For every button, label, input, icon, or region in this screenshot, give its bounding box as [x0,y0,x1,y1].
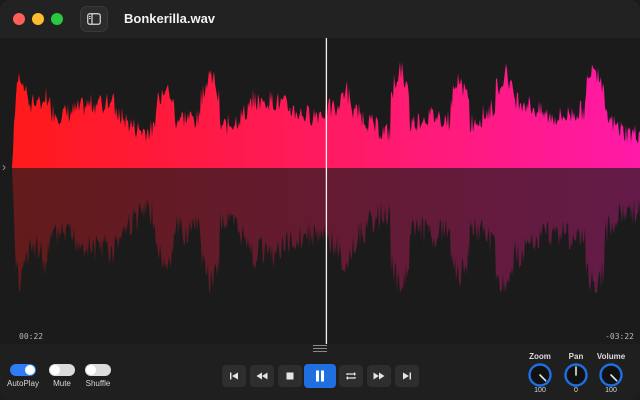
remaining-time: -03:22 [605,332,634,341]
sidebar-toggle-button[interactable] [80,6,108,32]
mute-label: Mute [53,379,71,388]
pause-icon [316,370,324,382]
volume-label: Volume [596,352,626,361]
zoom-label: Zoom [529,352,551,361]
resize-handle[interactable] [313,345,327,352]
repeat-button[interactable] [339,365,363,387]
close-window-button[interactable] [13,13,25,25]
window-title: Bonkerilla.wav [124,11,216,26]
zoom-knob[interactable] [527,362,553,388]
sidebar-toggle-icon [87,13,101,25]
skip-forward-icon [403,372,411,380]
waveform-view[interactable]: › 00:22 -03:22 [0,38,640,344]
volume-knob[interactable] [598,362,624,388]
stop-icon [286,372,294,380]
minimize-window-button[interactable] [32,13,44,25]
app-window: Bonkerilla.wav › 00:22 -03:22 AutoPlay M… [0,0,640,400]
stop-button[interactable] [278,365,302,387]
elapsed-time: 00:22 [19,332,44,341]
zoom-knob-group: Zoom 100 [525,352,555,394]
waveform-graphic[interactable] [0,38,640,344]
zoom-value: 100 [534,387,546,394]
autoplay-label: AutoPlay [6,379,40,388]
pan-label: Pan [568,352,584,361]
knob-dial-icon [528,363,552,387]
shuffle-switch[interactable] [85,364,111,376]
pan-value: 0 [574,387,578,394]
toggle-shuffle[interactable]: Shuffle [78,364,118,388]
title-bar: Bonkerilla.wav [0,0,640,38]
volume-knob-group: Volume 100 [596,352,626,394]
pan-knob-group: Pan 0 [561,352,591,394]
chevron-right-icon[interactable]: › [2,160,12,174]
mute-switch[interactable] [49,364,75,376]
repeat-icon [346,372,356,380]
skip-back-button[interactable] [222,365,246,387]
pause-button[interactable] [304,364,336,388]
maximize-window-button[interactable] [51,13,63,25]
fast-forward-button[interactable] [367,365,391,387]
control-bar: AutoPlay Mute Shuffle Zoom 100 Pan 0 Vol… [0,344,640,400]
skip-back-icon [230,372,238,380]
toggle-autoplay[interactable]: AutoPlay [3,364,43,388]
knob-dial-icon [564,363,588,387]
volume-value: 100 [605,387,617,394]
skip-forward-button[interactable] [395,365,419,387]
pan-knob[interactable] [563,362,589,388]
autoplay-switch[interactable] [10,364,36,376]
rewind-icon [256,372,268,380]
knob-dial-icon [599,363,623,387]
shuffle-label: Shuffle [85,379,111,388]
toggle-mute[interactable]: Mute [42,364,82,388]
rewind-button[interactable] [250,365,274,387]
fast-forward-icon [373,372,385,380]
